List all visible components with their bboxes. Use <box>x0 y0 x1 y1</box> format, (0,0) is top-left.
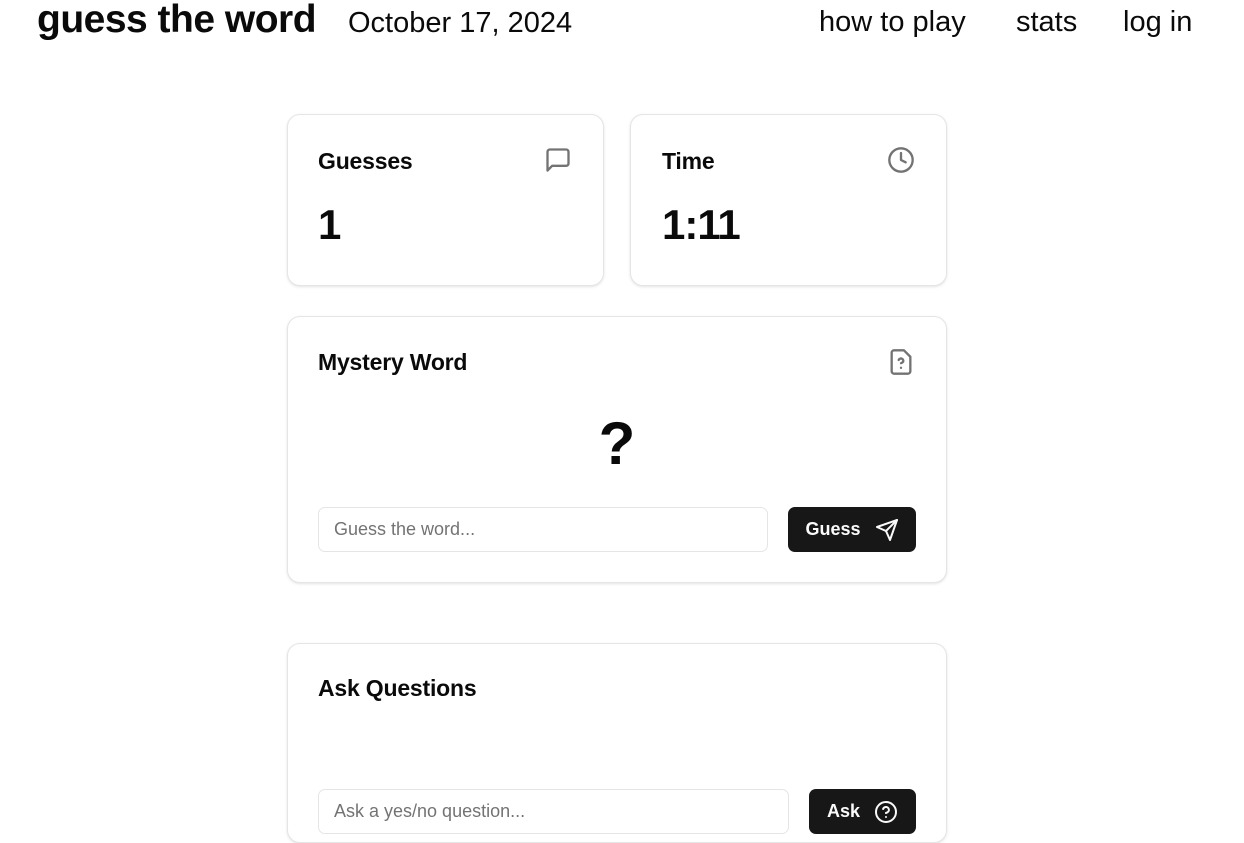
guesses-card: Guesses 1 <box>287 114 604 286</box>
mystery-word-title: Mystery Word <box>318 349 468 375</box>
guess-button-label: Guess <box>805 519 861 539</box>
guess-input[interactable] <box>318 507 768 552</box>
ask-questions-card: Ask Questions Ask <box>287 643 947 843</box>
nav-stats-link[interactable]: stats <box>1016 0 1077 44</box>
ask-questions-title: Ask Questions <box>318 675 477 701</box>
file-question-icon <box>887 347 915 377</box>
ask-button-label: Ask <box>826 801 861 821</box>
clock-icon <box>887 146 915 174</box>
ask-button[interactable]: Ask <box>809 789 916 834</box>
mystery-word-card: Mystery Word ? Guess <box>287 316 947 583</box>
puzzle-date: October 17, 2024 <box>348 7 573 39</box>
guesses-card-title: Guesses <box>318 148 413 174</box>
app-header: guess the word October 17, 2024 how to p… <box>0 0 1244 48</box>
guess-button[interactable]: Guess <box>788 507 916 552</box>
nav-log-in-link[interactable]: log in <box>1123 0 1192 44</box>
time-card-title: Time <box>662 148 715 174</box>
guesses-count: 1 <box>318 201 341 248</box>
message-square-icon <box>544 146 572 174</box>
help-circle-icon <box>874 800 898 824</box>
send-icon <box>875 518 899 542</box>
elapsed-time: 1:11 <box>662 201 741 248</box>
brand-title[interactable]: guess the word <box>37 0 317 46</box>
mystery-word-display: ? <box>598 410 636 477</box>
time-card: Time 1:11 <box>630 114 947 286</box>
nav-how-to-play-link[interactable]: how to play <box>819 0 966 44</box>
question-input[interactable] <box>318 789 789 834</box>
